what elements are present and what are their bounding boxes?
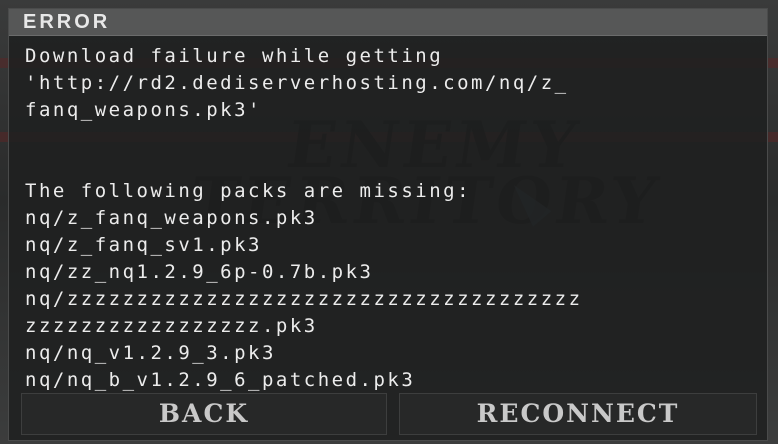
message-line: fanq_weapons.pk3' — [25, 99, 262, 121]
dialog-title: ERROR — [23, 11, 111, 33]
error-dialog: ERROR Download failure while getting 'htt… — [8, 8, 768, 441]
message-line: nq/nq_b_v1.2.9_6_patched.pk3 — [25, 369, 416, 391]
message-line — [25, 124, 767, 151]
message-line: 'http://rd2.dediserverhosting.com/nq/z_ — [25, 72, 569, 94]
message-line: nq/z_fanq_sv1.pk3 — [25, 234, 262, 256]
message-line: Download failure while getting — [25, 45, 444, 67]
message-line: nq/zz_nq1.2.9_6p-0.7b.pk3 — [25, 261, 374, 283]
message-line: nq/zzzzzzzzzzzzzzzzzzzzzzzzzzzzzzzzzzzzz — [25, 288, 583, 310]
dialog-titlebar: ERROR — [9, 9, 767, 36]
error-message: Download failure while getting 'http://rd… — [25, 43, 767, 393]
back-button[interactable]: BACK — [21, 393, 387, 435]
message-line: nq/z_fanq_weapons.pk3 — [25, 207, 318, 229]
reconnect-button[interactable]: RECONNECT — [399, 393, 757, 435]
message-line — [25, 151, 767, 178]
message-line: nq/nq_v1.2.9_3.pk3 — [25, 342, 276, 364]
message-line: The following packs are missing: — [25, 180, 472, 202]
message-line: zzzzzzzzzzzzzzzzz.pk3 — [25, 315, 318, 337]
